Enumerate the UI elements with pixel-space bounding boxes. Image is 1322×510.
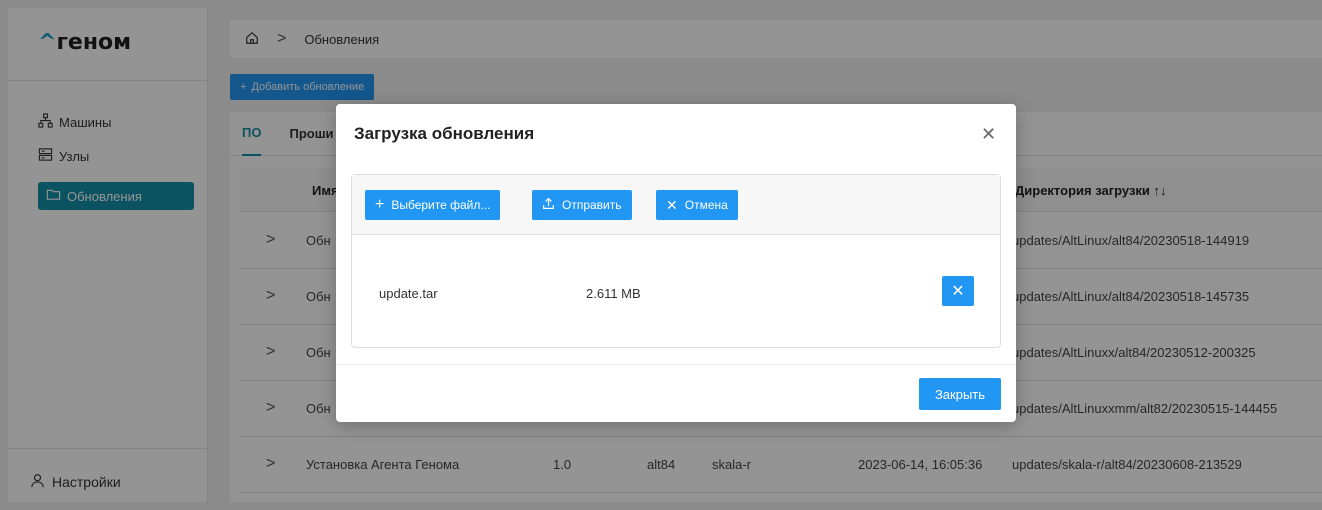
choose-file-button[interactable]: + Выберите файл... <box>365 190 501 220</box>
cancel-button[interactable]: ✕ Отмена <box>656 190 738 220</box>
upload-button[interactable]: Отправить <box>532 190 632 220</box>
close-icon: ✕ <box>666 196 678 213</box>
close-icon: ✕ <box>951 283 965 300</box>
file-upload: + Выберите файл... Отправить ✕ Отмена up… <box>351 174 1001 348</box>
dialog-footer-divider <box>336 364 1016 365</box>
upload-dialog: Загрузка обновления ✕ + Выберите файл...… <box>336 104 1016 422</box>
close-button[interactable]: Закрыть <box>919 378 1001 410</box>
file-name: update.tar <box>379 286 438 301</box>
file-size: 2.611 MB <box>586 286 641 301</box>
plus-icon: + <box>375 196 385 213</box>
remove-file-button[interactable]: ✕ <box>942 276 974 306</box>
close-icon[interactable]: ✕ <box>981 124 996 145</box>
upload-icon <box>542 197 555 213</box>
dialog-title: Загрузка обновления <box>354 124 535 143</box>
upload-toolbar: + Выберите файл... Отправить ✕ Отмена <box>352 175 1000 235</box>
